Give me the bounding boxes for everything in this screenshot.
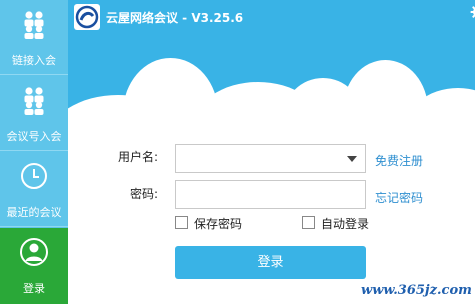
checkbox-box[interactable] [302,216,315,229]
people-group-icon [24,87,44,115]
username-input[interactable] [176,145,365,172]
forgot-password-link[interactable]: 忘记密码 [375,189,423,206]
register-link[interactable]: 免费注册 [375,152,423,169]
sidebar-item-label: 最近的会议 [6,206,62,219]
sidebar-item-label: 链接入会 [12,54,56,67]
checkbox-box[interactable] [175,216,188,229]
header-banner: 云屋网络会议 - V3.25.6 [68,0,475,130]
password-label: 密码: [130,187,159,201]
username-combobox[interactable] [175,144,366,173]
user-icon [20,238,48,266]
sidebar-item-login[interactable]: 登录 [0,228,68,304]
gear-icon[interactable] [470,4,475,20]
password-field[interactable] [175,180,366,209]
sidebar: 链接入会 会议号入会 最近的会议 登录 [0,0,68,304]
checkbox-label: 保存密码 [194,217,243,231]
sidebar-item-link-join[interactable]: 链接入会 [0,0,68,75]
password-input[interactable] [176,181,365,208]
clock-icon [21,163,47,189]
chevron-down-icon[interactable] [347,156,357,162]
sidebar-item-label: 登录 [23,282,45,295]
people-group-icon [24,11,44,39]
login-button[interactable]: 登录 [175,246,366,279]
sidebar-item-label: 会议号入会 [6,130,62,143]
watermark-text: www.365jz.com [361,283,472,298]
sidebar-item-meeting-number-join[interactable]: 会议号入会 [0,76,68,151]
sidebar-item-recent-meetings[interactable]: 最近的会议 [0,152,68,227]
checkbox-label: 自动登录 [321,217,370,231]
window-title: 云屋网络会议 - V3.25.6 [106,11,244,25]
app-logo [74,4,100,30]
username-label: 用户名: [118,150,159,164]
